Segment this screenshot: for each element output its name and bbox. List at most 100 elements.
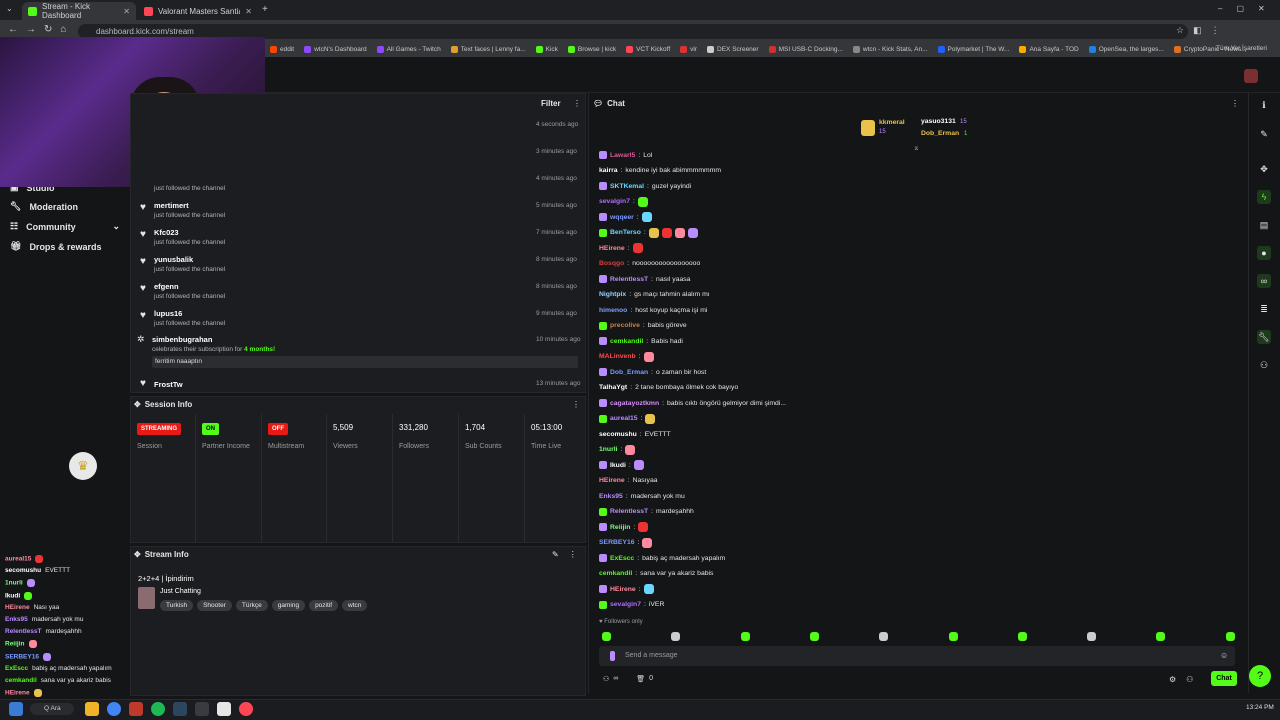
- chat-username[interactable]: Dob_Erman: [610, 369, 648, 376]
- bookmark-item[interactable]: Polymarket | The W...: [937, 46, 1009, 53]
- event-name[interactable]: yunusbalik: [154, 255, 193, 264]
- chat-username[interactable]: Lawarl5: [610, 152, 635, 159]
- chat-username[interactable]: TalhaYgt: [599, 384, 627, 391]
- category-thumbnail[interactable]: [138, 587, 155, 609]
- quick-emote-icon[interactable]: [1225, 632, 1235, 641]
- lightning-icon[interactable]: ϟ: [1257, 190, 1271, 204]
- chat-settings-icons[interactable]: ⚙⚇: [1169, 675, 1203, 684]
- chat-username[interactable]: MALinvenb: [599, 353, 636, 360]
- more-icon[interactable]: ⋮: [573, 99, 581, 108]
- all-bookmarks[interactable]: Tüm Yer İşaretleri: [1216, 45, 1267, 52]
- mic-icon[interactable]: [610, 651, 615, 661]
- app-icon-2[interactable]: [195, 702, 209, 716]
- taskbar-search[interactable]: Q Ara: [30, 703, 74, 715]
- bookmark-item[interactable]: vlr: [680, 46, 697, 53]
- valorant-icon[interactable]: [239, 702, 253, 716]
- chat-username[interactable]: HEirene: [610, 586, 636, 593]
- tag-item[interactable]: wtcn: [342, 600, 368, 611]
- spotify-icon[interactable]: [151, 702, 165, 716]
- pinned-user-1[interactable]: kkmeral: [879, 119, 905, 126]
- chat-bubble-icon[interactable]: ●: [1257, 246, 1271, 260]
- help-button[interactable]: ?: [1249, 665, 1271, 687]
- emoji-icon[interactable]: ☺: [1220, 651, 1228, 660]
- event-name[interactable]: FrostTw: [154, 380, 183, 389]
- tag-item[interactable]: Türkçe: [235, 600, 268, 611]
- chat-input[interactable]: Send a message: [599, 646, 1235, 666]
- chat-username[interactable]: SERBEY16: [599, 539, 635, 546]
- chat-username[interactable]: Ikudi: [610, 462, 626, 469]
- user-avatar[interactable]: [1244, 69, 1258, 83]
- close-tab-icon[interactable]: ✕: [245, 7, 252, 16]
- quick-emote-icon[interactable]: [809, 632, 819, 641]
- event-name[interactable]: mertimert: [154, 201, 189, 210]
- chat-username[interactable]: sevalgin7: [610, 601, 641, 608]
- chat-username[interactable]: 1nurli: [599, 446, 618, 453]
- close-tab-icon[interactable]: ✕: [123, 7, 130, 16]
- chat-username[interactable]: cemkandil: [610, 338, 643, 345]
- chat-username[interactable]: Reiijin: [610, 524, 630, 531]
- chat-username[interactable]: Bosqgo: [599, 260, 624, 267]
- chat-username[interactable]: RelentlessT: [610, 276, 648, 283]
- chat-username[interactable]: himenoo: [599, 307, 627, 314]
- chat-username[interactable]: sevalgin7: [599, 198, 630, 205]
- chat-username[interactable]: kairra: [599, 167, 618, 174]
- event-name[interactable]: Kfc023: [154, 228, 179, 237]
- chat-username[interactable]: wqqeer: [610, 214, 634, 221]
- collapse-pinned-icon[interactable]: ⌅: [913, 143, 920, 152]
- chat-username[interactable]: RelentlessT: [610, 508, 648, 515]
- quick-emote-icon[interactable]: [948, 632, 958, 641]
- bookmark-item[interactable]: wtcN's Dashboard: [304, 46, 367, 53]
- tab-search-icon[interactable]: ⌄: [6, 4, 13, 13]
- bookmark-item[interactable]: All Games - Twitch: [376, 46, 441, 53]
- chat-username[interactable]: secomushu: [599, 431, 637, 438]
- quick-emote-icon[interactable]: [1017, 632, 1027, 641]
- nav-community[interactable]: ☷ Community ⌄: [10, 221, 120, 232]
- expand-icon[interactable]: ✥: [134, 400, 141, 409]
- windows-start-icon[interactable]: [9, 702, 23, 716]
- nav-moderation[interactable]: 🔧︎ Moderation: [10, 201, 78, 212]
- pinned-user-3[interactable]: Dob_Erman: [921, 130, 959, 137]
- event-name[interactable]: lupus16: [154, 309, 182, 318]
- chat-menu-icon[interactable]: ⋮: [1231, 99, 1239, 108]
- chrome-icon[interactable]: [107, 702, 121, 716]
- new-tab-icon[interactable]: +: [262, 4, 268, 15]
- event-name[interactable]: efgenn: [154, 282, 179, 291]
- expand-icon[interactable]: ✥: [134, 550, 141, 559]
- tab-kick-dashboard[interactable]: Stream - Kick Dashboard ✕: [22, 2, 136, 20]
- chat-username[interactable]: precolive: [610, 322, 640, 329]
- tag-item[interactable]: Turkish: [160, 600, 194, 611]
- bookmark-item[interactable]: wtcn - Kick Stats, An...: [852, 46, 928, 53]
- bookmark-item[interactable]: Text faces | Lenny fa...: [450, 46, 526, 53]
- nav-drops-rewards[interactable]: 🎁︎ Drops & rewards: [10, 241, 101, 252]
- obs-icon[interactable]: [217, 702, 231, 716]
- chat-username[interactable]: BenTerso: [610, 229, 641, 236]
- quick-emote-icon[interactable]: [1156, 632, 1166, 641]
- nav-arrows-icon[interactable]: ←→↻⌂: [8, 24, 74, 35]
- bookmark-item[interactable]: Ana Sayfa - TOD: [1019, 46, 1079, 53]
- chat-username[interactable]: cagatayoztkmn: [610, 400, 659, 407]
- tag-item[interactable]: pozitif: [309, 600, 339, 611]
- edit-more-icons[interactable]: ✎⋮: [552, 550, 587, 559]
- bookmark-item[interactable]: Browse | kick: [567, 46, 616, 53]
- link-icon[interactable]: ∞: [1257, 274, 1271, 288]
- chat-username[interactable]: ExEscc: [610, 555, 634, 562]
- tag-item[interactable]: Shooter: [197, 600, 232, 611]
- quick-emote-icon[interactable]: [671, 632, 681, 641]
- bookmark-item[interactable]: VCT Kickoff: [626, 46, 670, 53]
- list-icon[interactable]: ≣: [1257, 302, 1271, 316]
- quick-emote-icon[interactable]: [602, 632, 611, 641]
- chat-username[interactable]: HEirene: [599, 245, 625, 252]
- category-name[interactable]: Just Chatting: [160, 588, 201, 595]
- extension-icons[interactable]: ☆◧⋮: [1176, 25, 1229, 36]
- users-icon[interactable]: ⚇: [1257, 358, 1271, 372]
- bookmark-item[interactable]: OpenSea, the larges...: [1088, 46, 1164, 53]
- wrench-icon[interactable]: 🔧︎: [1257, 330, 1271, 344]
- more-icon[interactable]: ⋮: [572, 400, 580, 409]
- file-explorer-icon[interactable]: [85, 702, 99, 716]
- bookmark-item[interactable]: MSI USB-C Docking...: [768, 46, 843, 53]
- pencil-icon[interactable]: ✎: [1257, 127, 1271, 141]
- expand-icon[interactable]: ✥: [1257, 162, 1271, 176]
- chat-username[interactable]: aureal15: [610, 415, 638, 422]
- info-icon[interactable]: ℹ: [1257, 98, 1271, 112]
- quick-emote-icon[interactable]: [740, 632, 750, 641]
